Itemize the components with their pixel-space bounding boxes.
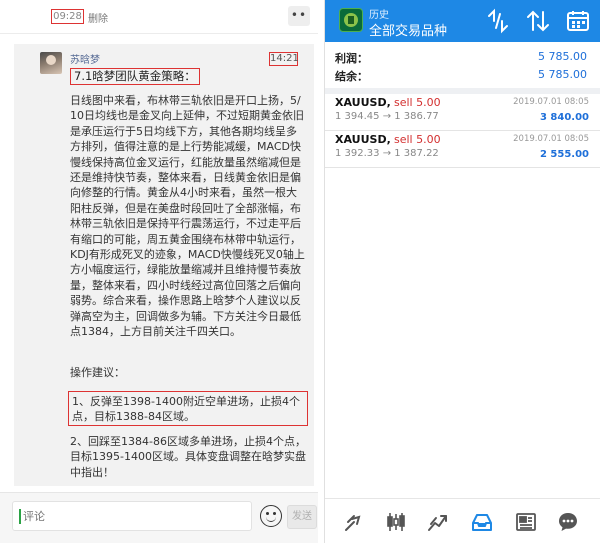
news-icon[interactable] xyxy=(515,511,537,533)
send-button[interactable]: 发送 xyxy=(287,505,317,529)
chat-icon[interactable] xyxy=(557,511,579,533)
bottom-nav xyxy=(325,498,600,543)
summary-balance-row: 结余： 5 785.00 xyxy=(325,64,600,86)
message-headline: 7.1晗梦团队黄金策略： xyxy=(70,68,200,85)
app-header: 历史 全部交易品种 xyxy=(325,0,600,42)
trade-prices: 1 394.45 → 1 386.77 xyxy=(335,111,439,122)
summary-balance-value: 5 785.00 xyxy=(538,68,587,81)
trade-date: 2019.07.01 08:05 xyxy=(513,97,589,107)
trade-row[interactable]: XAUUSD, sell 5.00 2019.07.01 08:05 1 392… xyxy=(325,131,600,168)
app-logo-icon xyxy=(339,8,363,32)
post-time: 09:28 xyxy=(51,9,84,24)
calendar-icon[interactable] xyxy=(565,8,591,34)
quotes-icon[interactable] xyxy=(343,511,365,533)
trading-app-panel: 历史 全部交易品种 利润： 5 785.00 结余： 5 785.00 XAUU… xyxy=(324,0,600,543)
comment-input[interactable] xyxy=(12,501,252,531)
trade-prices: 1 392.33 → 1 387.22 xyxy=(335,148,439,159)
ops-title: 操作建议： xyxy=(70,366,125,379)
avatar[interactable] xyxy=(40,52,62,74)
delete-link[interactable]: 删除 xyxy=(88,10,108,25)
emoji-icon[interactable] xyxy=(260,505,282,527)
swap-currency-icon[interactable] xyxy=(485,8,511,34)
screenshot-root: 09:28 删除 •• 苏晗梦 14:21 7.1晗梦团队黄金策略： 日线图中来… xyxy=(0,0,600,543)
trade-symbol: XAUUSD, xyxy=(335,96,391,109)
trade-side: sell 5.00 xyxy=(394,96,441,109)
operation-suggestion-2: 2、回踩至1384-86区域多单进场，止损4个点，目标1395-1400区域。具… xyxy=(70,435,306,479)
header-title: 历史 xyxy=(369,10,389,21)
header-subtitle[interactable]: 全部交易品种 xyxy=(369,20,447,39)
trade-symbol: XAUUSD, xyxy=(335,133,391,146)
post-header: 09:28 删除 •• xyxy=(0,0,318,34)
trade-row[interactable]: XAUUSD, sell 5.00 2019.07.01 08:05 1 394… xyxy=(325,94,600,131)
more-button[interactable]: •• xyxy=(288,6,310,26)
summary-balance-label: 结余： xyxy=(335,70,368,83)
message-bubble: 苏晗梦 14:21 7.1晗梦团队黄金策略： 日线图中来看，布林带三轨依旧是开口… xyxy=(14,44,314,486)
summary-profit-value: 5 785.00 xyxy=(538,50,587,63)
trade-side: sell 5.00 xyxy=(394,133,441,146)
text-cursor xyxy=(19,509,21,524)
chart-icon[interactable] xyxy=(385,511,407,533)
history-icon[interactable] xyxy=(471,511,493,533)
sort-icon[interactable] xyxy=(525,8,551,34)
message-time: 14:21 xyxy=(269,52,299,66)
author-name[interactable]: 苏晗梦 xyxy=(70,51,100,66)
chat-panel: 09:28 删除 •• 苏晗梦 14:21 7.1晗梦团队黄金策略： 日线图中来… xyxy=(0,0,318,543)
message-body: 日线图中来看，布林带三轨依旧是开口上扬，5/10日均线也是金叉向上延伸，不过短期… xyxy=(70,94,305,339)
operation-suggestion-1: 1、反弹至1398-1400附近空单进场，止损4个点，目标1388-84区域。 xyxy=(68,391,308,426)
trade-profit: 3 840.00 xyxy=(539,112,589,123)
comment-bar: 发送 xyxy=(0,492,318,543)
trade-profit: 2 555.00 xyxy=(539,149,589,160)
trade-date: 2019.07.01 08:05 xyxy=(513,134,589,144)
trade-icon[interactable] xyxy=(427,511,449,533)
